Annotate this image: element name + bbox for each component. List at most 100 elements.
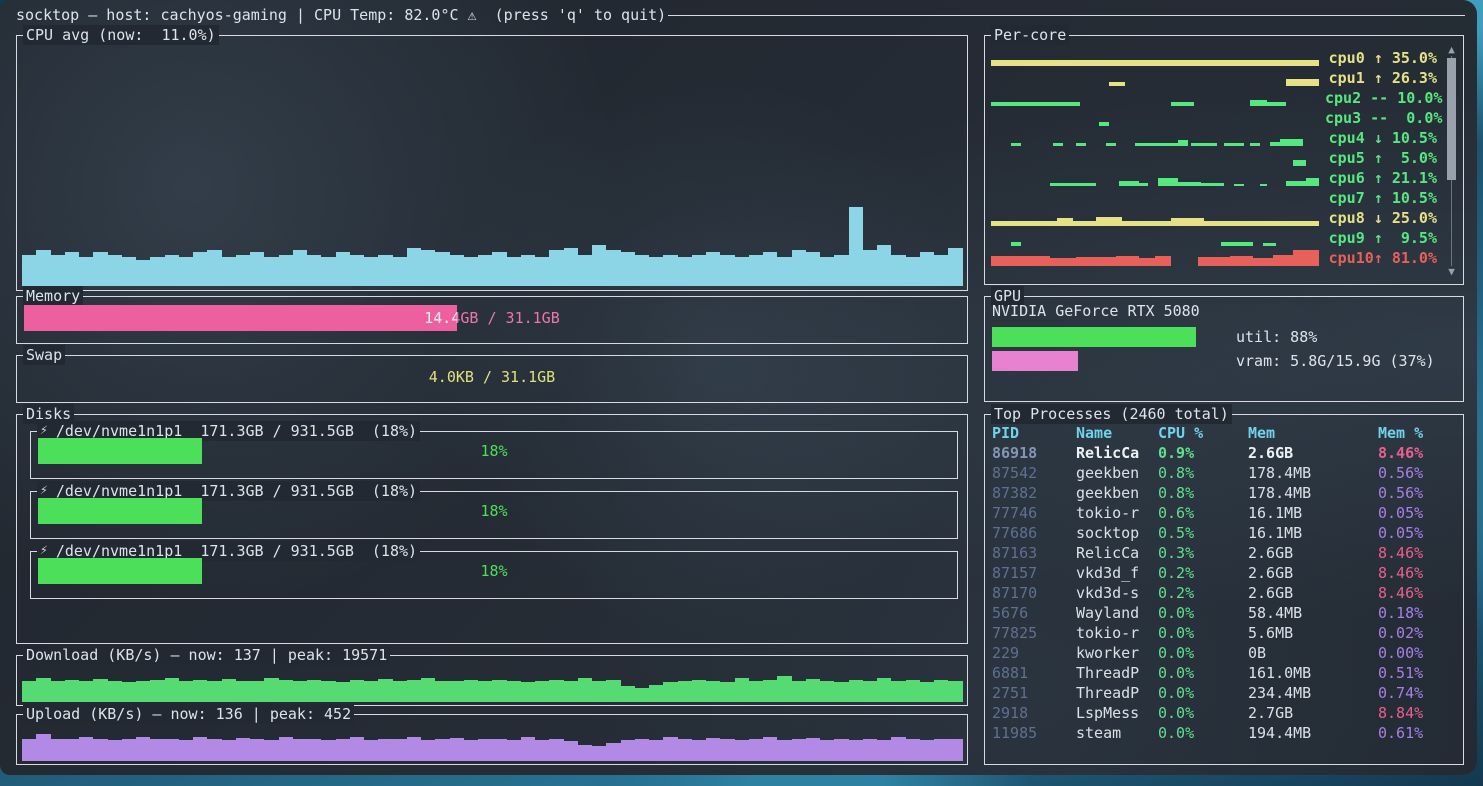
core-row: cpu0 ↑ 35.0% (991, 48, 1437, 68)
disk-gauge: 18% (38, 438, 950, 464)
swap-usage-label: 4.0KB / 31.1GB (24, 364, 960, 390)
process-row[interactable]: 77746tokio-r0.6%16.1MB0.05% (992, 503, 1456, 523)
process-cell: 0.56% (1378, 463, 1456, 483)
cpu-avg-sparkline (22, 46, 962, 286)
scrollbar-thumb[interactable] (1447, 58, 1456, 180)
process-cell: 2.6GB (1248, 563, 1378, 583)
gpu-vram-gauge (992, 351, 1224, 371)
scroll-down-icon[interactable]: ▼ (1448, 266, 1455, 278)
process-row[interactable]: 229kworker0.0%0B0.00% (992, 643, 1456, 663)
disk-gauge: 18% (38, 498, 950, 524)
core-label: cpu6 ↑ 21.1% (1325, 169, 1437, 187)
process-row[interactable]: 77686socktop0.5%16.1MB0.05% (992, 523, 1456, 543)
process-cell: 194.4MB (1248, 723, 1378, 743)
process-cell: 0.8% (1158, 483, 1248, 503)
process-cell: 5676 (992, 603, 1076, 623)
process-cell: 0.74% (1378, 683, 1456, 703)
process-row[interactable]: 87542geekben0.8%178.4MB0.56% (992, 463, 1456, 483)
core-sparkline (991, 168, 1319, 188)
process-cell: 0.0% (1158, 723, 1248, 743)
process-cell: Wayland (1076, 603, 1158, 623)
process-cell: 0.05% (1378, 503, 1456, 523)
process-cell: 0.0% (1158, 683, 1248, 703)
process-cell: 16.1MB (1248, 503, 1378, 523)
scroll-up-icon[interactable]: ▲ (1448, 44, 1455, 56)
panel-per-core: Per-core cpu0 ↑ 35.0%cpu1 ↑ 26.3%cpu2 --… (984, 35, 1464, 285)
process-cell: 0.8% (1158, 463, 1248, 483)
core-sparkline (991, 148, 1319, 168)
core-row: cpu4 ↓ 10.5% (991, 128, 1437, 148)
process-cell: 2.6GB (1248, 543, 1378, 563)
process-row[interactable]: 87157vkd3d_f0.2%2.6GB8.46% (992, 563, 1456, 583)
gpu-util-label: util: 88% (1236, 328, 1317, 346)
gpu-util-fill (992, 327, 1196, 347)
process-cell: kworker (1076, 643, 1158, 663)
process-cell: 0.51% (1378, 663, 1456, 683)
col-mem: Mem (1248, 423, 1378, 443)
process-cell: RelicCa (1076, 443, 1158, 463)
process-cell: 5.6MB (1248, 623, 1378, 643)
swap-gauge: 4.0KB / 31.1GB (24, 364, 960, 390)
core-row: cpu1 ↑ 26.3% (991, 68, 1437, 88)
process-cell: 0.2% (1158, 563, 1248, 583)
process-cell: 0.5% (1158, 523, 1248, 543)
core-row: cpu2 -- 10.0% (991, 88, 1437, 108)
scrollbar-track[interactable] (1444, 56, 1459, 266)
panel-processes: Top Processes (2460 total) PID Name CPU … (984, 414, 1464, 765)
process-cell: 0.05% (1378, 523, 1456, 543)
process-cell: 87170 (992, 583, 1076, 603)
core-row: cpu7 ↑ 10.5% (991, 188, 1437, 208)
process-cell: 178.4MB (1248, 463, 1378, 483)
gpu-vram-row: vram: 5.8G/15.9G (37%) (992, 351, 1456, 371)
process-cell: 0.2% (1158, 583, 1248, 603)
process-cell: vkd3d-s (1076, 583, 1158, 603)
gpu-util-gauge (992, 327, 1224, 347)
process-cell: 87542 (992, 463, 1076, 483)
process-cell: 0.56% (1378, 483, 1456, 503)
process-row[interactable]: 2918LspMess0.0%2.7GB8.84% (992, 703, 1456, 723)
process-cell: 87382 (992, 483, 1076, 503)
terminal-window: socktop — host: cachyos-gaming | CPU Tem… (0, 0, 1477, 775)
memory-gauge-fill: 14.4GB / 31.1GB (24, 305, 457, 331)
disk-entry: ⚡/dev/nvme1n1p1 171.3GB / 931.5GB (18%) … (30, 491, 958, 539)
process-cell: 87157 (992, 563, 1076, 583)
disk-entry: ⚡/dev/nvme1n1p1 171.3GB / 931.5GB (18%) … (30, 551, 958, 599)
gpu-vram-label: vram: 5.8G/15.9G (37%) (1236, 352, 1435, 370)
core-label: cpu8 ↓ 25.0% (1325, 209, 1437, 227)
process-cell: 8.46% (1378, 563, 1456, 583)
process-cell: 0.0% (1158, 623, 1248, 643)
process-cell: ThreadP (1076, 683, 1158, 703)
process-row[interactable]: 77825tokio-r0.0%5.6MB0.02% (992, 623, 1456, 643)
core-label: cpu5 ↑ 5.0% (1325, 149, 1437, 167)
process-cell: 178.4MB (1248, 483, 1378, 503)
process-cell: 0.3% (1158, 543, 1248, 563)
disk-gauge: 18% (38, 558, 950, 584)
per-core-scrollbar[interactable]: ▲ ▼ (1444, 44, 1459, 278)
process-row[interactable]: 87163RelicCa0.3%2.6GB8.46% (992, 543, 1456, 563)
upload-title: Upload (KB/s) — now: 136 | peak: 452 (23, 704, 354, 724)
col-cpu: CPU % (1158, 423, 1248, 443)
process-row[interactable]: 87382geekben0.8%178.4MB0.56% (992, 483, 1456, 503)
process-cell: 86918 (992, 443, 1076, 463)
process-row[interactable]: 6881ThreadP0.0%161.0MB0.51% (992, 663, 1456, 683)
process-cell: 87163 (992, 543, 1076, 563)
process-cell: 0.02% (1378, 623, 1456, 643)
process-row[interactable]: 5676Wayland0.0%58.4MB0.18% (992, 603, 1456, 623)
process-row[interactable]: 87170vkd3d-s0.2%2.6GB8.46% (992, 583, 1456, 603)
process-row[interactable]: 2751ThreadP0.0%234.4MB0.74% (992, 683, 1456, 703)
process-row[interactable]: 11985steam0.0%194.4MB0.61% (992, 723, 1456, 743)
process-cell: ThreadP (1076, 663, 1158, 683)
process-cell: 229 (992, 643, 1076, 663)
core-label: cpu4 ↓ 10.5% (1325, 129, 1437, 147)
process-cell: steam (1076, 723, 1158, 743)
process-cell: 2.6GB (1248, 583, 1378, 603)
process-cell: 0.00% (1378, 643, 1456, 663)
core-row: cpu6 ↑ 21.1% (991, 168, 1437, 188)
core-sparkline (991, 228, 1319, 248)
process-cell: tokio-r (1076, 503, 1158, 523)
process-row[interactable]: 86918RelicCa0.9%2.6GB8.46% (992, 443, 1456, 463)
core-row: cpu8 ↓ 25.0% (991, 208, 1437, 228)
download-title: Download (KB/s) — now: 137 | peak: 19571 (23, 645, 390, 665)
core-label: cpu10↑ 81.0% (1325, 249, 1437, 267)
process-cell: 0.0% (1158, 703, 1248, 723)
